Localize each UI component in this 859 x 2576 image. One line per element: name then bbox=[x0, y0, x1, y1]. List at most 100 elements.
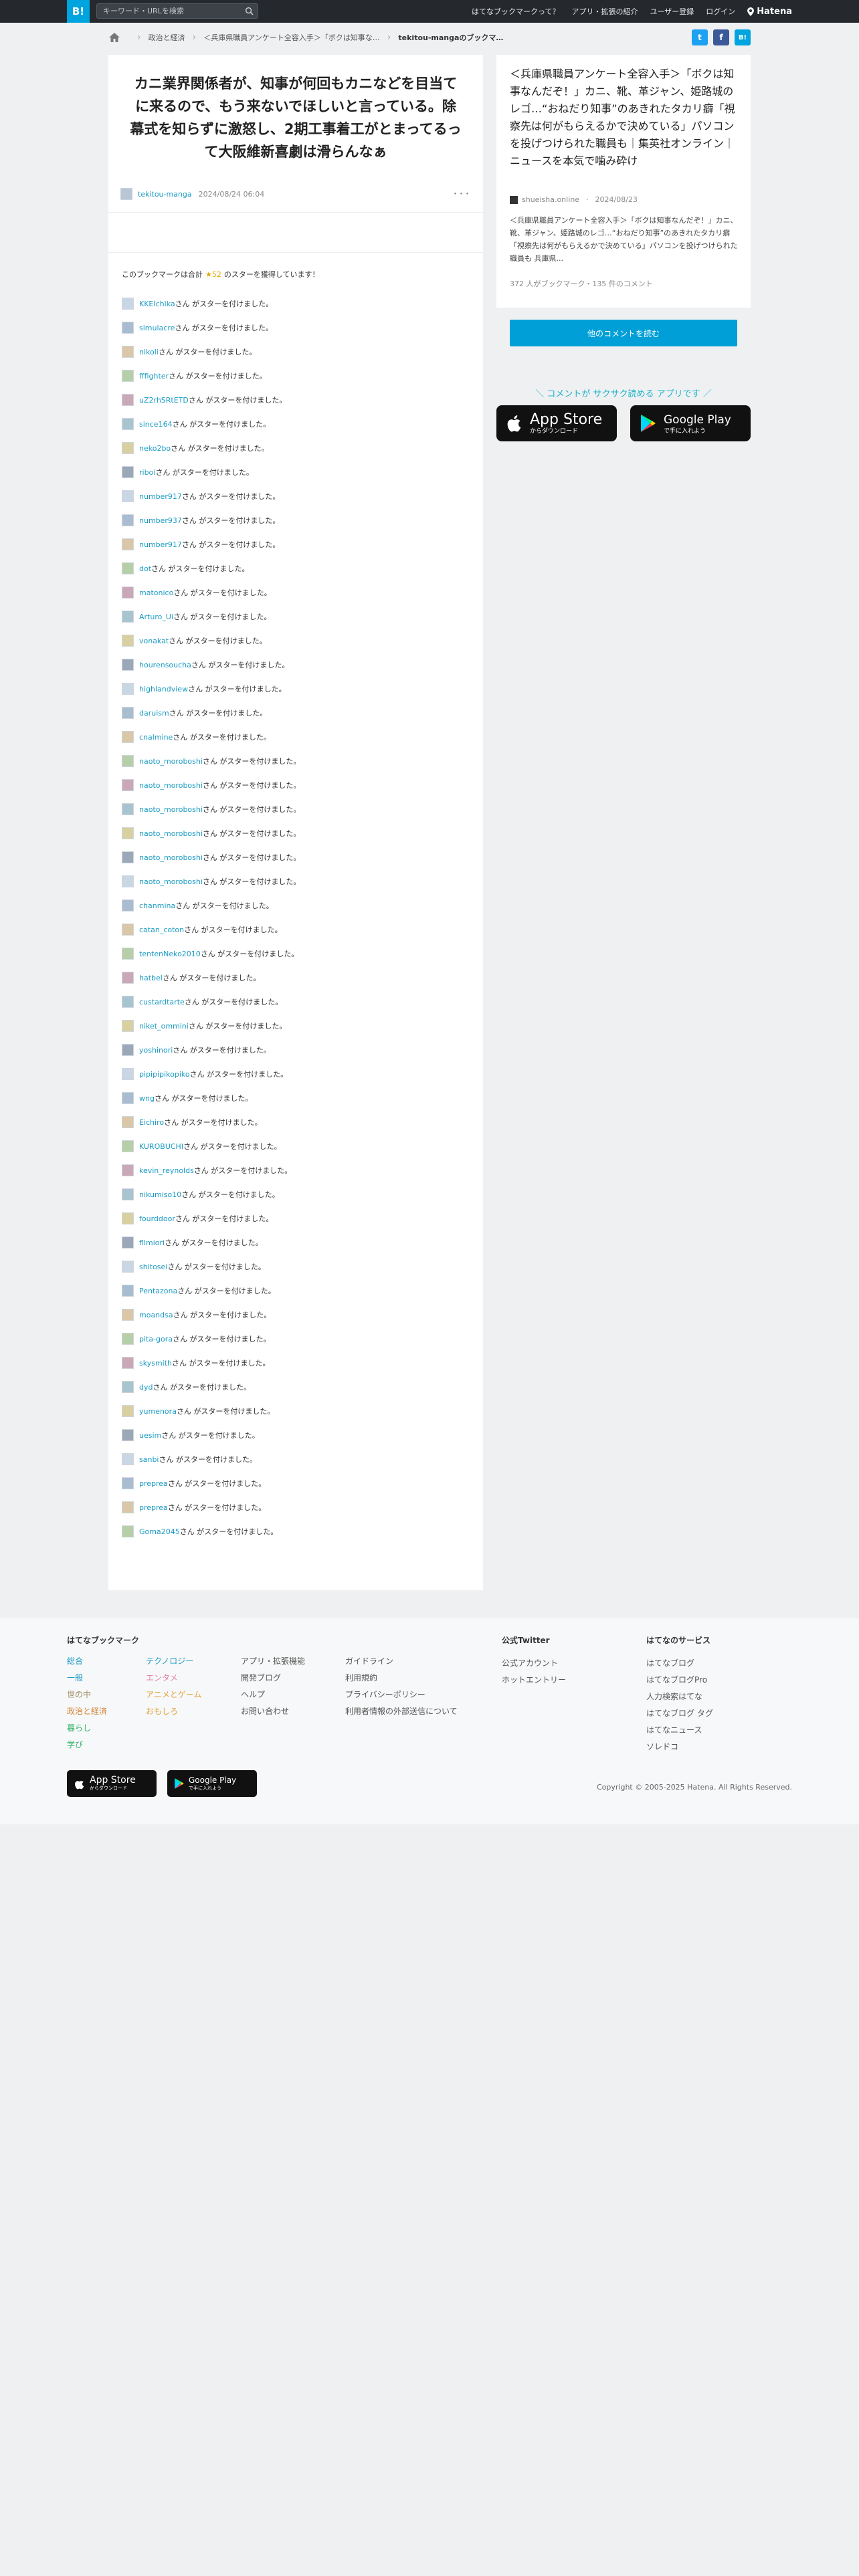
star-user-link[interactable]: catan_coton bbox=[139, 926, 184, 934]
star-user-link[interactable]: cnalmine bbox=[139, 733, 173, 742]
footer-link-knowledge[interactable]: 学び bbox=[67, 1737, 107, 1753]
avatar[interactable] bbox=[122, 298, 134, 310]
avatar[interactable] bbox=[122, 1525, 134, 1537]
avatar[interactable] bbox=[122, 418, 134, 430]
hatena-brand[interactable]: Hatena bbox=[747, 7, 792, 17]
avatar[interactable] bbox=[122, 827, 134, 839]
star-user-link[interactable]: skysmith bbox=[139, 1359, 172, 1368]
app-store-badge[interactable]: App Store からダウンロード bbox=[496, 405, 617, 441]
footer-google-play-badge[interactable]: Google Play で手に入れよう bbox=[167, 1770, 257, 1797]
star-user-link[interactable]: riboi bbox=[139, 468, 155, 477]
avatar[interactable] bbox=[122, 1020, 134, 1032]
avatar[interactable] bbox=[122, 1261, 134, 1273]
footer-link-jinriki[interactable]: 人力検索はてな bbox=[646, 1689, 713, 1705]
avatar[interactable] bbox=[122, 948, 134, 960]
star-user-link[interactable]: Pentazona bbox=[139, 1287, 177, 1295]
avatar[interactable] bbox=[122, 538, 134, 550]
avatar[interactable] bbox=[122, 707, 134, 719]
star-user-link[interactable]: KUROBUCHI bbox=[139, 1142, 183, 1151]
footer-link-terms[interactable]: 利用規約 bbox=[345, 1670, 458, 1687]
avatar[interactable] bbox=[122, 586, 134, 599]
avatar[interactable] bbox=[122, 635, 134, 647]
more-menu-icon[interactable]: ･･･ bbox=[453, 187, 471, 201]
avatar[interactable] bbox=[120, 188, 132, 200]
avatar[interactable] bbox=[122, 370, 134, 382]
breadcrumb-category[interactable]: 政治と経済 bbox=[149, 32, 185, 43]
read-more-comments-button[interactable]: 他のコメントを読む bbox=[510, 320, 737, 346]
avatar[interactable] bbox=[122, 1333, 134, 1345]
avatar[interactable] bbox=[122, 1477, 134, 1489]
avatar[interactable] bbox=[122, 1140, 134, 1152]
footer-link-dev-blog[interactable]: 開発ブログ bbox=[241, 1670, 305, 1687]
star-user-link[interactable]: yoshinori bbox=[139, 1046, 173, 1055]
star-user-link[interactable]: dot bbox=[139, 564, 151, 573]
avatar[interactable] bbox=[122, 1309, 134, 1321]
footer-link-soredoko[interactable]: ソレドコ bbox=[646, 1739, 713, 1755]
apps-link[interactable]: アプリ・拡張の紹介 bbox=[572, 6, 638, 17]
star-user-link[interactable]: uZ2rhSRtETD bbox=[139, 396, 189, 405]
facebook-share-button[interactable]: f bbox=[713, 29, 729, 45]
star-user-link[interactable]: tentenNeko2010 bbox=[139, 950, 201, 958]
star-user-link[interactable]: since164 bbox=[139, 420, 173, 429]
footer-link-apps[interactable]: アプリ・拡張機能 bbox=[241, 1653, 305, 1670]
avatar[interactable] bbox=[122, 611, 134, 623]
star-user-link[interactable]: custardtarte bbox=[139, 998, 185, 1006]
star-user-link[interactable]: number937 bbox=[139, 516, 182, 525]
star-user-link[interactable]: preprea bbox=[139, 1479, 168, 1488]
star-user-link[interactable]: yumenora bbox=[139, 1407, 177, 1416]
avatar[interactable] bbox=[122, 755, 134, 767]
avatar[interactable] bbox=[122, 1357, 134, 1369]
star-user-link[interactable]: niket_ommini bbox=[139, 1022, 189, 1031]
star-user-link[interactable]: chanmina bbox=[139, 901, 175, 910]
star-user-link[interactable]: matonico bbox=[139, 588, 173, 597]
avatar[interactable] bbox=[122, 659, 134, 671]
hatena-bookmark-logo[interactable]: B! bbox=[67, 0, 90, 23]
star-user-link[interactable]: naoto_moroboshi bbox=[139, 829, 203, 838]
star-user-link[interactable]: neko2bo bbox=[139, 444, 171, 453]
avatar[interactable] bbox=[122, 899, 134, 911]
avatar[interactable] bbox=[122, 1212, 134, 1224]
footer-link-entertainment[interactable]: エンタメ bbox=[146, 1670, 201, 1687]
star-user-link[interactable]: naoto_moroboshi bbox=[139, 877, 203, 886]
avatar[interactable] bbox=[122, 803, 134, 815]
avatar[interactable] bbox=[122, 322, 134, 334]
entry-title-link[interactable]: ＜兵庫県職員アンケート全容入手＞「ボクは知事なんだぞ！」カニ、靴、革ジャン、姫路… bbox=[510, 66, 741, 170]
star-user-link[interactable]: fllmiori bbox=[139, 1239, 165, 1247]
avatar[interactable] bbox=[122, 1116, 134, 1128]
star-user-link[interactable]: fourddoor bbox=[139, 1214, 175, 1223]
star-user-link[interactable]: sanbi bbox=[139, 1455, 159, 1464]
footer-link-contact[interactable]: お問い合わせ bbox=[241, 1703, 305, 1720]
footer-link-external-transmission[interactable]: 利用者情報の外部送信について bbox=[345, 1703, 458, 1720]
avatar[interactable] bbox=[122, 972, 134, 984]
star-user-link[interactable]: shitosei bbox=[139, 1263, 167, 1271]
avatar[interactable] bbox=[122, 514, 134, 526]
avatar[interactable] bbox=[122, 466, 134, 478]
footer-link-fun[interactable]: おもしろ bbox=[146, 1703, 201, 1720]
star-user-link[interactable]: hourensoucha bbox=[139, 661, 191, 669]
footer-link-social[interactable]: 世の中 bbox=[67, 1687, 107, 1703]
footer-link-official-account[interactable]: 公式アカウント bbox=[502, 1655, 566, 1672]
google-play-badge[interactable]: Google Play で手に入れよう bbox=[630, 405, 751, 441]
login-link[interactable]: ログイン bbox=[706, 6, 735, 17]
footer-link-ippan[interactable]: 一般 bbox=[67, 1670, 107, 1687]
star-user-link[interactable]: moandsa bbox=[139, 1311, 173, 1319]
star-user-link[interactable]: vonakat bbox=[139, 637, 169, 645]
avatar[interactable] bbox=[122, 875, 134, 887]
footer-link-help[interactable]: ヘルプ bbox=[241, 1687, 305, 1703]
avatar[interactable] bbox=[122, 996, 134, 1008]
footer-app-store-badge[interactable]: App Store からダウンロード bbox=[67, 1770, 157, 1797]
footer-link-life[interactable]: 暮らし bbox=[67, 1720, 107, 1737]
star-user-link[interactable]: dyd bbox=[139, 1383, 153, 1392]
star-user-link[interactable]: Eichiro bbox=[139, 1118, 164, 1127]
search-input[interactable] bbox=[97, 4, 231, 18]
avatar[interactable] bbox=[122, 1092, 134, 1104]
star-user-link[interactable]: pipipipikopiko bbox=[139, 1070, 190, 1079]
avatar[interactable] bbox=[122, 731, 134, 743]
avatar[interactable] bbox=[122, 1453, 134, 1465]
avatar[interactable] bbox=[122, 1501, 134, 1513]
avatar[interactable] bbox=[122, 1429, 134, 1441]
footer-link-politics[interactable]: 政治と経済 bbox=[67, 1703, 107, 1720]
avatar[interactable] bbox=[122, 1237, 134, 1249]
star-user-link[interactable]: KKEIchika bbox=[139, 300, 175, 308]
footer-link-privacy[interactable]: プライバシーポリシー bbox=[345, 1687, 458, 1703]
